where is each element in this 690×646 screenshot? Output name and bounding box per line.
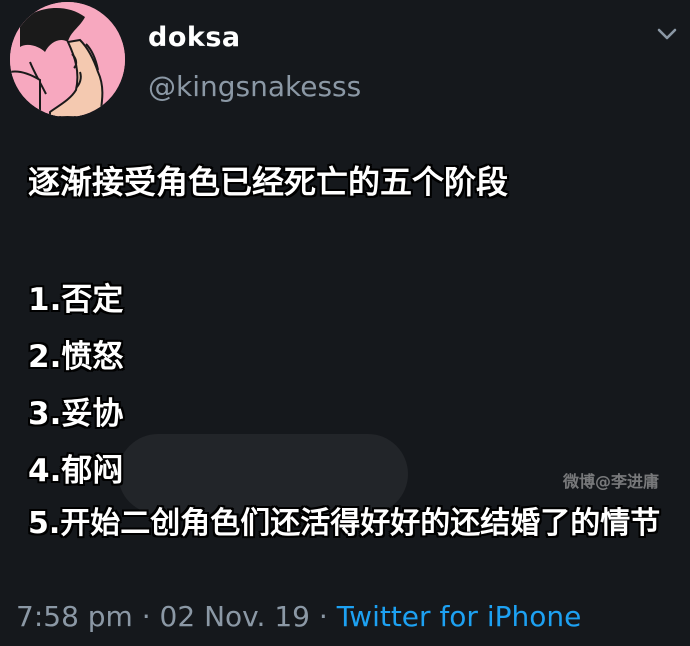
tweet-date[interactable]: 02 Nov. 19: [160, 600, 310, 633]
meta-separator: ·: [141, 600, 151, 633]
watermark-shape: [118, 434, 408, 514]
tweet-source-link[interactable]: Twitter for iPhone: [337, 600, 582, 633]
list-item: 5.开始二创角色们还活得好好的还结婚了的情节: [28, 506, 661, 541]
meta-separator: ·: [318, 600, 328, 633]
avatar[interactable]: [10, 2, 125, 117]
tweet-title: 逐渐接受角色已经死亡的五个阶段: [28, 163, 509, 201]
list-item: 4.郁闷: [28, 453, 124, 489]
tweet-meta: 7:58 pm · 02 Nov. 19 · Twitter for iPhon…: [16, 600, 581, 633]
chevron-down-icon[interactable]: [656, 26, 678, 42]
list-item: 3.妥协: [28, 396, 124, 432]
tweet-time[interactable]: 7:58 pm: [16, 600, 133, 633]
list-item: 2.愤怒: [28, 339, 124, 375]
user-handle[interactable]: @kingsnakesss: [148, 70, 361, 103]
list-item: 1.否定: [28, 282, 124, 318]
display-name[interactable]: doksa: [148, 22, 241, 53]
tweet-card: doksa @kingsnakesss 微博@李进庸 逐渐接受角色已经死亡的五个…: [0, 0, 690, 646]
watermark-text: 微博@李进庸: [563, 472, 660, 491]
avatar-illustration: [10, 2, 125, 117]
